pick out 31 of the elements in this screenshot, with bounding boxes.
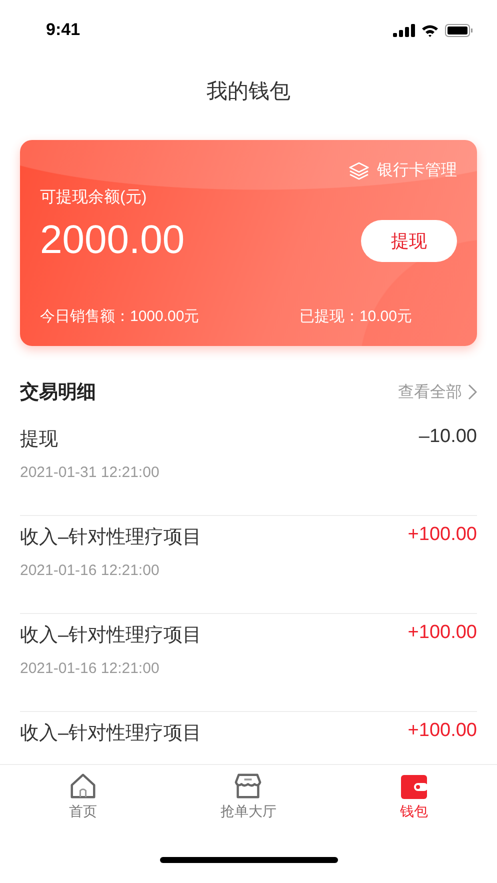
- home-icon: [68, 773, 98, 799]
- page-title: 我的钱包: [206, 79, 292, 105]
- transaction-amount: +100.00: [408, 524, 477, 547]
- balance-amount: 2000.00: [40, 218, 185, 263]
- wallet-icon: [401, 775, 428, 799]
- transaction-time: 2021-01-16 12:21:00: [20, 660, 160, 677]
- withdrawn-amount: 已提现：10.00元: [299, 307, 412, 326]
- transaction-title: 收入–针对性理疗项目: [20, 722, 202, 746]
- signal-icon: [393, 24, 415, 36]
- balance-label: 可提现余额(元): [40, 188, 148, 208]
- tab-item[interactable]: 抢单大厅: [166, 773, 332, 821]
- transaction-amount: –10.00: [418, 426, 477, 449]
- status-time: 9:41: [46, 20, 80, 40]
- transaction-title: 收入–针对性理疗项目: [20, 624, 202, 648]
- layers-icon: [349, 162, 369, 180]
- transaction-title: 提现: [20, 428, 58, 452]
- withdraw-button[interactable]: 提现: [361, 220, 457, 262]
- today-sales: 今日销售额：1000.00元: [40, 307, 200, 326]
- tab-item[interactable]: 钱包: [331, 773, 497, 821]
- transaction-amount: +100.00: [408, 622, 477, 645]
- tab-item[interactable]: 首页: [0, 773, 166, 821]
- wifi-icon: [421, 24, 439, 36]
- transaction-amount: +100.00: [408, 720, 477, 743]
- section-title: 交易明细: [20, 380, 96, 405]
- transaction-time: 2021-01-16 12:21:00: [20, 562, 160, 579]
- store-icon: [234, 773, 262, 799]
- chevron-right-icon: [468, 384, 477, 400]
- transaction-title: 收入–针对性理疗项目: [20, 526, 202, 550]
- view-all-link[interactable]: 查看全部: [398, 382, 462, 402]
- battery-icon: [445, 24, 473, 36]
- transaction-time: 2021-01-31 12:21:00: [20, 464, 160, 481]
